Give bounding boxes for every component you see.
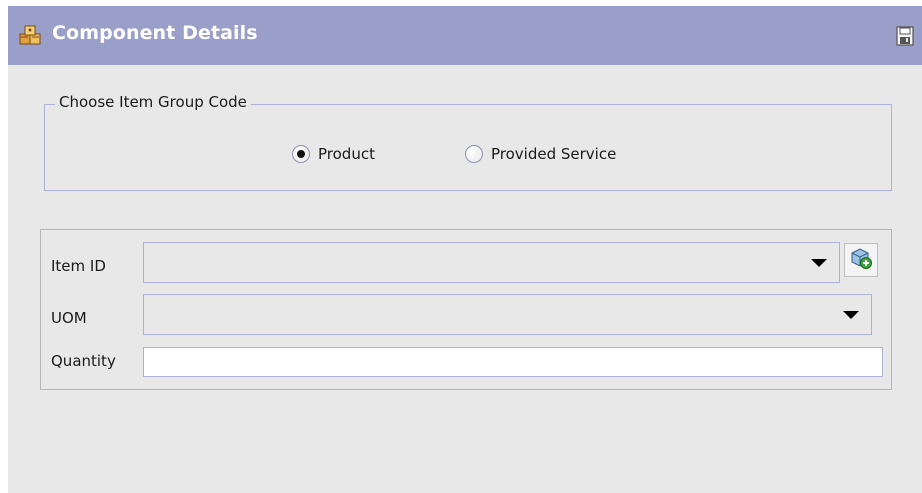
save-icon[interactable]: [896, 26, 914, 46]
window-title: Component Details: [52, 22, 258, 44]
quantity-input[interactable]: [143, 347, 883, 377]
product-radio-label: Product: [318, 145, 375, 163]
item-id-dropdown[interactable]: [143, 242, 840, 283]
item-lookup-button[interactable]: [844, 243, 878, 277]
item-group-code-panel: Choose Item Group Code Product Provided …: [44, 93, 892, 191]
component-fields-panel: Item ID UOM Quantity: [40, 229, 892, 390]
provided-service-radio-label: Provided Service: [491, 145, 617, 163]
components-icon: [18, 25, 44, 47]
lookup-item-icon: [849, 246, 873, 274]
product-radio-option[interactable]: Product: [292, 145, 375, 163]
provided-service-radio[interactable]: [465, 145, 483, 163]
item-id-label: Item ID: [51, 257, 106, 275]
quantity-label: Quantity: [51, 352, 116, 370]
uom-dropdown[interactable]: [143, 294, 872, 335]
chevron-down-icon[interactable]: [811, 259, 827, 267]
provided-service-radio-option[interactable]: Provided Service: [465, 145, 616, 163]
component-details-window: Component Details Choose Item Group Code…: [8, 6, 922, 493]
title-bar: Component Details: [8, 6, 922, 65]
chevron-down-icon[interactable]: [843, 311, 859, 319]
uom-label: UOM: [51, 309, 87, 327]
item-group-legend: Choose Item Group Code: [55, 93, 251, 111]
product-radio[interactable]: [292, 145, 310, 163]
